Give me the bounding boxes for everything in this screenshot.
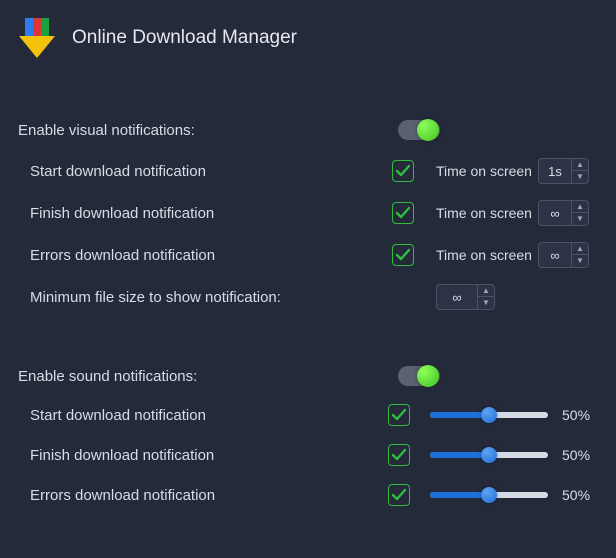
spinner-buttons: ▲ ▼ <box>571 201 588 225</box>
app-title: Online Download Manager <box>72 27 297 49</box>
sound-row-start: Start download notification 50% <box>0 404 616 426</box>
spinner-value: ∞ <box>437 290 477 305</box>
check-icon <box>395 206 411 220</box>
visual-row-errors-spinner[interactable]: ∞ ▲ ▼ <box>538 242 589 268</box>
spinner-buttons: ▲ ▼ <box>477 285 494 309</box>
spinner-down-icon[interactable]: ▼ <box>572 213 588 225</box>
sound-row-start-slider[interactable] <box>430 410 548 420</box>
sound-row-start-checkbox[interactable] <box>388 404 410 426</box>
visual-row-errors-checkbox[interactable] <box>392 244 414 266</box>
check-icon <box>391 408 407 422</box>
sound-row-finish-label: Finish download notification <box>30 447 388 464</box>
visual-row-start-timelabel: Time on screen <box>436 163 538 179</box>
visual-row-start-label: Start download notification <box>30 163 392 180</box>
spinner-value: ∞ <box>539 248 571 263</box>
sound-section-label: Enable sound notifications: <box>18 368 398 385</box>
sound-row-errors: Errors download notification 50% <box>0 484 616 506</box>
sound-row-errors-pct: 50% <box>562 487 598 503</box>
spinner-down-icon[interactable]: ▼ <box>572 171 588 183</box>
visual-row-finish-spinner[interactable]: ∞ ▲ ▼ <box>538 200 589 226</box>
spinner-value: ∞ <box>539 206 571 221</box>
sound-row-finish-checkbox[interactable] <box>388 444 410 466</box>
check-icon <box>395 164 411 178</box>
slider-thumb[interactable] <box>481 407 497 423</box>
visual-row-errors-label: Errors download notification <box>30 247 392 264</box>
sound-section-header: Enable sound notifications: <box>0 366 616 386</box>
slider-thumb[interactable] <box>481 487 497 503</box>
sound-row-errors-label: Errors download notification <box>30 487 388 504</box>
visual-section-label: Enable visual notifications: <box>18 122 398 139</box>
visual-row-start-checkbox[interactable] <box>392 160 414 182</box>
spinner-down-icon[interactable]: ▼ <box>478 297 494 309</box>
visual-row-finish-label: Finish download notification <box>30 205 392 222</box>
visual-row-finish-checkbox[interactable] <box>392 202 414 224</box>
spinner-buttons: ▲ ▼ <box>571 243 588 267</box>
sound-row-errors-checkbox[interactable] <box>388 484 410 506</box>
slider-thumb[interactable] <box>481 447 497 463</box>
visual-row-finish: Finish download notification Time on scr… <box>0 200 616 226</box>
spinner-up-icon[interactable]: ▲ <box>478 285 494 297</box>
spinner-down-icon[interactable]: ▼ <box>572 255 588 267</box>
visual-row-errors: Errors download notification Time on scr… <box>0 242 616 268</box>
check-icon <box>391 488 407 502</box>
sound-row-finish-pct: 50% <box>562 447 598 463</box>
app-header: Online Download Manager <box>0 0 616 68</box>
sound-row-start-slider-wrap: 50% <box>430 407 598 423</box>
sound-row-finish: Finish download notification 50% <box>0 444 616 466</box>
visual-row-finish-timelabel: Time on screen <box>436 205 538 221</box>
min-size-spinner[interactable]: ∞ ▲ ▼ <box>436 284 495 310</box>
sound-row-finish-slider[interactable] <box>430 450 548 460</box>
sound-row-finish-slider-wrap: 50% <box>430 447 598 463</box>
spinner-up-icon[interactable]: ▲ <box>572 201 588 213</box>
sound-row-start-pct: 50% <box>562 407 598 423</box>
min-size-label: Minimum file size to show notification: <box>30 289 436 306</box>
visual-toggle[interactable] <box>398 120 440 140</box>
check-icon <box>391 448 407 462</box>
sound-row-errors-slider-wrap: 50% <box>430 487 598 503</box>
sound-row-start-label: Start download notification <box>30 407 388 424</box>
spinner-value: 1s <box>539 164 571 179</box>
visual-row-start-spinner[interactable]: 1s ▲ ▼ <box>538 158 589 184</box>
sound-row-errors-slider[interactable] <box>430 490 548 500</box>
visual-row-start: Start download notification Time on scre… <box>0 158 616 184</box>
check-icon <box>395 248 411 262</box>
app-logo-icon <box>18 18 58 58</box>
min-size-row: Minimum file size to show notification: … <box>0 284 616 310</box>
spinner-up-icon[interactable]: ▲ <box>572 159 588 171</box>
spinner-buttons: ▲ ▼ <box>571 159 588 183</box>
spinner-up-icon[interactable]: ▲ <box>572 243 588 255</box>
sound-toggle[interactable] <box>398 366 440 386</box>
visual-row-errors-timelabel: Time on screen <box>436 247 538 263</box>
visual-section-header: Enable visual notifications: <box>0 120 616 140</box>
